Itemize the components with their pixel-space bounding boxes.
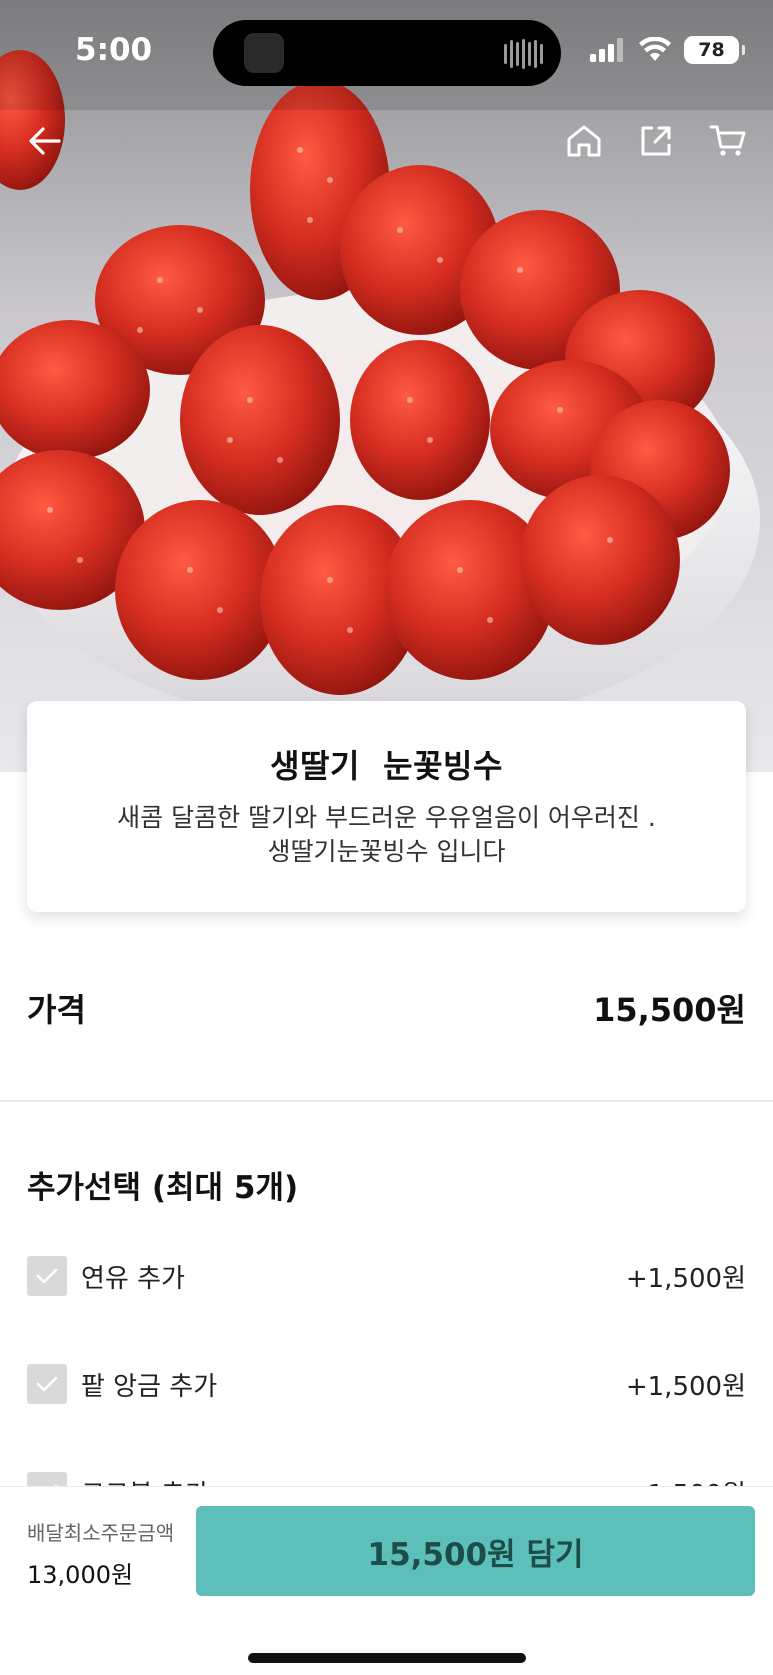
check-icon [36, 1268, 58, 1284]
status-indicators: 78 [590, 36, 745, 64]
back-button[interactable] [20, 116, 70, 166]
option-left: 연유 추가 [27, 1256, 185, 1296]
home-button[interactable] [559, 116, 609, 166]
cart-button[interactable] [703, 116, 753, 166]
option-label: 팥 앙금 추가 [81, 1371, 218, 1402]
home-indicator [248, 1653, 526, 1663]
product-description-line1: 새콤 달콤한 딸기와 부드러운 우유얼음이 어우러진 . [117, 803, 656, 832]
now-playing-app-icon [244, 33, 284, 73]
battery-icon: 78 [684, 36, 745, 64]
price-value: 15,500원 [593, 991, 746, 1029]
product-detail-screen: 5:00 78 생딸기 눈꽃빙수 새콤 달콤한 딸기와 부드러운 우유얼음이 어… [0, 0, 773, 1675]
option-left: 팥 앙금 추가 [27, 1364, 217, 1404]
min-order-label: 배달최소주문금액 [27, 1521, 175, 1545]
option-checkbox[interactable] [27, 1256, 67, 1296]
product-title: 생딸기 눈꽃빙수 [270, 747, 503, 785]
check-icon [36, 1376, 58, 1392]
section-divider [0, 1100, 773, 1102]
home-icon [567, 125, 601, 157]
product-description-line2: 생딸기눈꽃빙수 입니다 [267, 837, 506, 866]
price-label: 가격 [27, 991, 86, 1029]
share-icon [641, 126, 671, 156]
add-to-cart-button[interactable]: 15,500원 담기 [196, 1506, 755, 1596]
min-order-value: 13,000원 [27, 1561, 134, 1589]
signal-icon [590, 38, 623, 62]
wifi-icon [639, 37, 671, 61]
share-button[interactable] [631, 116, 681, 166]
bottom-bar: 배달최소주문금액 13,000원 15,500원 담기 [0, 1486, 773, 1675]
status-time: 5:00 [75, 32, 153, 68]
status-bar: 5:00 78 [0, 0, 773, 100]
dynamic-island [213, 20, 561, 86]
option-checkbox[interactable] [27, 1364, 67, 1404]
price-row: 가격 15,500원 [27, 985, 746, 1031]
product-description: 새콤 달콤한 딸기와 부드러운 우유얼음이 어우러진 . 생딸기눈꽃빙수 입니다 [27, 801, 746, 869]
option-red-bean[interactable]: 팥 앙금 추가 +1,500원 [27, 1362, 746, 1406]
option-label: 연유 추가 [81, 1263, 185, 1294]
audio-wave-icon [504, 39, 543, 69]
option-condensed-milk[interactable]: 연유 추가 +1,500원 [27, 1254, 746, 1298]
option-price: +1,500원 [625, 1263, 746, 1294]
back-arrow-icon [29, 127, 61, 155]
product-info-card: 생딸기 눈꽃빙수 새콤 달콤한 딸기와 부드러운 우유얼음이 어우러진 . 생딸… [27, 701, 746, 912]
option-price: +1,500원 [625, 1371, 746, 1402]
options-title: 추가선택 (최대 5개) [27, 1170, 299, 1206]
cart-icon [709, 125, 746, 156]
